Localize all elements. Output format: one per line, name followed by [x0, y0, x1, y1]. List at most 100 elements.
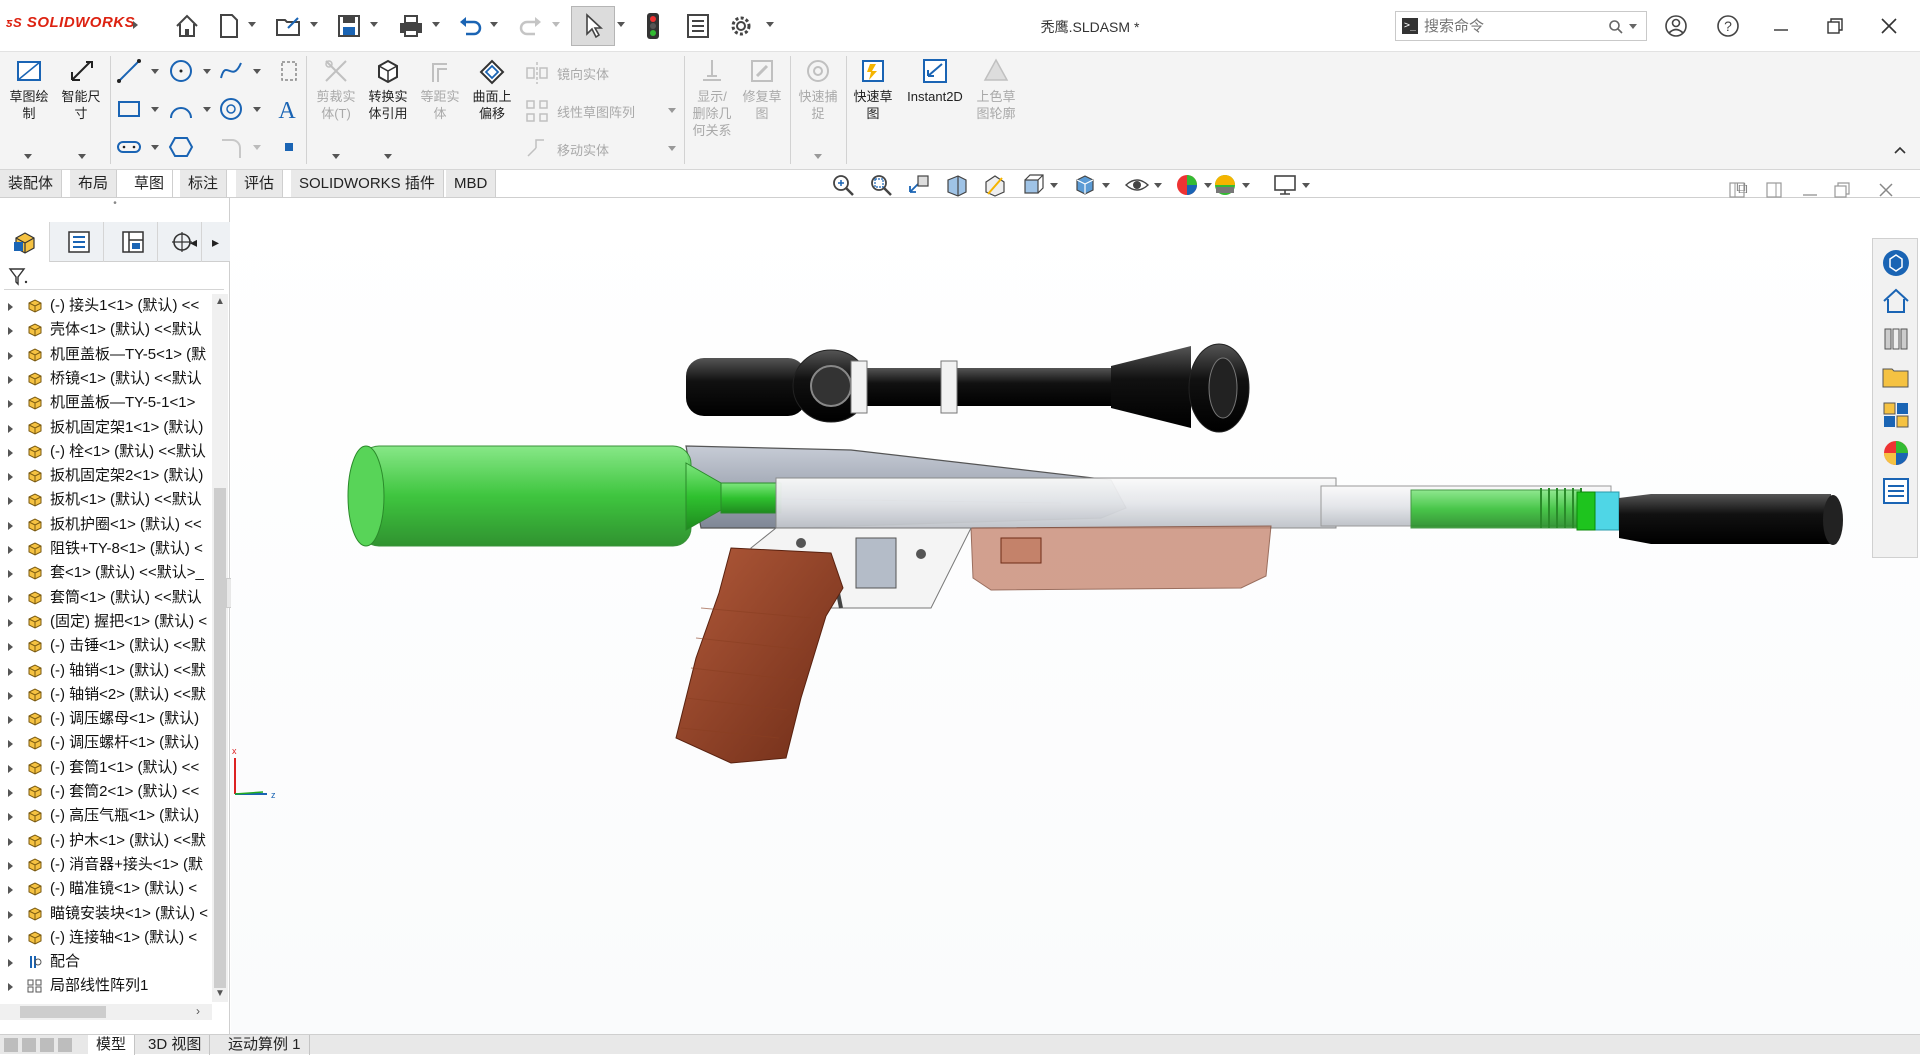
sketch-button[interactable]: 草图绘 制 [4, 56, 54, 122]
tree-node-component[interactable]: 扳机固定架2<1> (默认) [0, 464, 212, 488]
view-settings-dropdown-arrow[interactable] [1302, 183, 1310, 188]
solidworks-resources-icon[interactable] [1880, 247, 1912, 279]
expand-arrow-icon[interactable] [8, 910, 13, 919]
circle-icon[interactable] [168, 58, 194, 84]
expand-arrow-icon[interactable] [8, 861, 13, 870]
tree-node-component[interactable]: (-) 套筒2<1> (默认) << [0, 780, 212, 804]
tree-node-component[interactable]: (-) 消音器+接头<1> (默 [0, 853, 212, 877]
expand-arrow-icon[interactable] [8, 570, 13, 579]
tree-horizontal-scrollbar[interactable]: › [0, 1004, 212, 1020]
search-input[interactable] [1424, 16, 1604, 36]
design-library-icon[interactable] [1880, 323, 1912, 355]
appearances-scenes-icon[interactable] [1880, 437, 1912, 469]
tab-markup[interactable]: 标注 [180, 170, 228, 197]
options-gear-icon[interactable] [726, 11, 756, 41]
property-manager-tab[interactable] [54, 222, 104, 262]
expand-arrow-icon[interactable] [8, 375, 13, 384]
tab-3d-views[interactable]: 3D 视图 [140, 1035, 211, 1055]
sketch-dropdown-arrow[interactable] [24, 154, 32, 159]
tree-node-component[interactable]: (固定) 握把<1> (默认) < [0, 610, 212, 634]
tabs-scroll-right[interactable]: ▸ [212, 234, 219, 251]
next-tab-button[interactable] [40, 1038, 54, 1052]
print-icon[interactable] [396, 11, 426, 41]
expand-arrow-icon[interactable] [8, 303, 13, 311]
expand-arrow-icon[interactable] [8, 691, 13, 700]
tree-node-component[interactable]: (-) 连接轴<1> (默认) < [0, 926, 212, 950]
view-orientation-icon[interactable] [1020, 172, 1046, 198]
convert-dropdown-arrow[interactable] [384, 154, 392, 159]
open-folder-icon[interactable] [274, 11, 304, 41]
tab-solidworks-addins[interactable]: SOLIDWORKS 插件 [291, 170, 444, 197]
edit-appearance-icon[interactable] [1174, 172, 1200, 198]
close-window-button[interactable] [1872, 10, 1906, 42]
smart-dimension-button[interactable]: 智能尺 寸 [56, 56, 106, 122]
view-orientation-dropdown-arrow[interactable] [1050, 183, 1058, 188]
tree-node-component[interactable]: (-) 护木<1> (默认) <<默 [0, 829, 212, 853]
search-icon[interactable] [1608, 19, 1624, 35]
hide-show-dropdown-arrow[interactable] [1154, 183, 1162, 188]
save-dropdown-arrow[interactable] [370, 22, 378, 27]
convert-entities-button[interactable]: 转换实 体引用 [362, 56, 414, 122]
hide-show-items-icon[interactable] [1124, 172, 1150, 198]
expand-arrow-icon[interactable] [8, 813, 13, 822]
tree-node-component[interactable]: (-) 调压螺杆<1> (默认) [0, 731, 212, 755]
expand-arrow-icon[interactable] [8, 618, 13, 627]
spline-dropdown-arrow[interactable] [253, 69, 261, 74]
instant2d-button[interactable]: Instant2D [900, 56, 970, 105]
circle-dropdown-arrow[interactable] [203, 69, 211, 74]
help-icon[interactable]: ? [1711, 10, 1745, 42]
minimize-window-button[interactable] [1764, 10, 1798, 42]
print-dropdown-arrow[interactable] [432, 22, 440, 27]
ellipse-dropdown-arrow[interactable] [253, 107, 261, 112]
tree-node-component[interactable]: 阻铁+TY-8<1> (默认) < [0, 537, 212, 561]
home-pane-icon[interactable] [1880, 285, 1912, 317]
tree-node-component[interactable]: 瞄镜安装块<1> (默认) < [0, 902, 212, 926]
scroll-down-arrow[interactable]: ▼ [215, 988, 225, 999]
tree-node-mates[interactable]: 配合 [0, 950, 212, 974]
trim-dropdown-arrow[interactable] [332, 154, 340, 159]
open-dropdown-arrow[interactable] [310, 22, 318, 27]
tree-node-component[interactable]: (-) 调压螺母<1> (默认) [0, 707, 212, 731]
expand-arrow-icon[interactable] [8, 327, 13, 336]
expand-arrow-icon[interactable] [8, 740, 13, 749]
slot-dropdown-arrow[interactable] [151, 145, 159, 150]
expand-arrow-icon[interactable] [8, 497, 13, 506]
tree-node-component[interactable]: 套筒<1> (默认) <<默认 [0, 586, 212, 610]
rectangle-icon[interactable] [116, 96, 142, 122]
select-arrow-icon[interactable] [571, 6, 615, 46]
polygon-icon[interactable] [168, 134, 194, 160]
view-palette-icon[interactable] [1880, 399, 1912, 431]
file-explorer-icon[interactable] [1880, 361, 1912, 393]
expand-arrow-icon[interactable] [8, 934, 13, 943]
tree-node-component[interactable]: 机匣盖板—TY-5-1<1> [0, 391, 212, 415]
expand-arrow-icon[interactable] [8, 400, 13, 409]
offset-on-surface-button[interactable]: 曲面上 偏移 [466, 56, 518, 122]
dynamic-annotation-views-icon[interactable] [982, 172, 1008, 198]
linear-pattern-dropdown-arrow[interactable] [668, 108, 676, 113]
search-command-box[interactable]: >_ [1395, 11, 1647, 41]
rebuild-traffic-light-icon[interactable] [638, 11, 668, 41]
prev-tab-button[interactable] [22, 1038, 36, 1052]
arc-icon[interactable] [168, 96, 194, 122]
expand-arrow-icon[interactable] [8, 886, 13, 895]
expand-arrow-icon[interactable] [8, 667, 13, 676]
move-dropdown-arrow[interactable] [668, 146, 676, 151]
expand-arrow-icon[interactable] [8, 716, 13, 725]
line-icon[interactable] [116, 58, 142, 84]
file-properties-icon[interactable] [683, 11, 713, 41]
close-document-icon[interactable] [1877, 181, 1895, 199]
line-dropdown-arrow[interactable] [151, 69, 159, 74]
tab-assembly[interactable]: 装配体 [0, 170, 63, 197]
tree-node-component[interactable]: (-) 高压气瓶<1> (默认) [0, 804, 212, 828]
hscroll-right-arrow[interactable]: › [196, 1004, 200, 1018]
expand-arrow-icon[interactable] [8, 351, 13, 360]
tree-node-component[interactable]: (-) 瞄准镜<1> (默认) < [0, 877, 212, 901]
expand-arrow-icon[interactable] [8, 837, 13, 846]
tree-node-component[interactable]: (-) 轴销<2> (默认) <<默 [0, 683, 212, 707]
tab-model[interactable]: 模型 [88, 1035, 136, 1055]
expand-arrow-icon[interactable] [8, 424, 13, 433]
rectangle-dropdown-arrow[interactable] [151, 107, 159, 112]
tree-node-component[interactable]: 桥镜<1> (默认) <<默认 [0, 367, 212, 391]
tree-node-component[interactable]: (-) 套筒1<1> (默认) << [0, 756, 212, 780]
last-tab-button[interactable] [58, 1038, 72, 1052]
